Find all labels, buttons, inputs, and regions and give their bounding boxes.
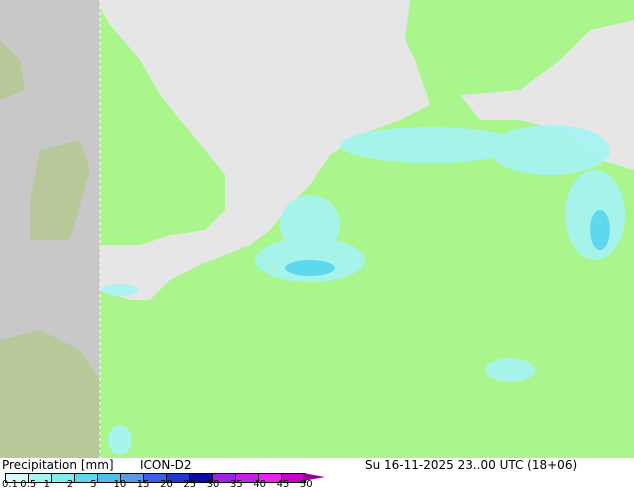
legend-tick: 0.5 (20, 479, 37, 490)
legend-tick: 30 (206, 479, 220, 490)
model-name: ICON-D2 (140, 458, 192, 472)
legend-tick: 25 (183, 479, 197, 490)
legend-tick: 5 (90, 479, 97, 490)
legend-tick: 35 (230, 479, 243, 490)
legend-tick: 45 (276, 479, 290, 490)
legend-tick: 20 (160, 479, 173, 490)
legend-tick: 1 (43, 479, 50, 490)
legend-tick: 2 (66, 479, 74, 490)
legend-tick: 50 (299, 479, 313, 490)
legend-tick: 40 (253, 479, 267, 490)
legend-tick: 0.1 (2, 479, 18, 490)
map-title: Precipitation [mm] (2, 458, 114, 472)
legend-tick: 15 (136, 479, 150, 490)
precipitation-map (0, 0, 634, 458)
valid-time: Su 16-11-2025 23..00 UTC (18+06) (365, 458, 578, 472)
legend-tick: 10 (113, 479, 127, 490)
